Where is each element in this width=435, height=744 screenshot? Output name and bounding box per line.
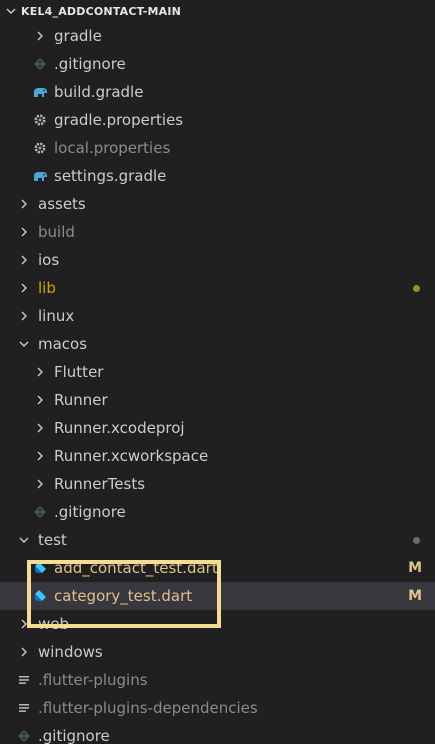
tree-item-label: .gitignore — [38, 727, 110, 744]
chevron-right-icon[interactable] — [16, 280, 32, 296]
folder-item-flutter[interactable]: Flutter — [0, 358, 435, 386]
tree-item-label: gradle.properties — [54, 111, 184, 129]
chevron-right-icon[interactable] — [16, 196, 32, 212]
file-item-dot-gitignore[interactable]: .gitignore — [0, 50, 435, 78]
folder-item-windows[interactable]: windows — [0, 638, 435, 666]
folder-item-linux[interactable]: linux — [0, 302, 435, 330]
file-item-build-gradle[interactable]: build.gradle — [0, 78, 435, 106]
folder-item-test[interactable]: test — [0, 526, 435, 554]
chevron-right-icon[interactable] — [32, 28, 48, 44]
lines-icon — [16, 700, 32, 716]
folder-item-macos[interactable]: macos — [0, 330, 435, 358]
tree-item-label: macos — [38, 335, 88, 353]
folder-item-gradle[interactable]: gradle — [0, 22, 435, 50]
folder-item-runner[interactable]: Runner — [0, 386, 435, 414]
tree-item-label: local.properties — [54, 139, 171, 157]
file-item-dot-gitignore[interactable]: .gitignore — [0, 498, 435, 526]
file-tree: gradle .gitignore build.gradle gradle.prope… — [0, 22, 435, 744]
git-icon — [32, 504, 48, 520]
chevron-down-icon[interactable] — [4, 4, 18, 18]
tree-item-label: Runner.xcodeproj — [54, 419, 185, 437]
file-item-local-properties[interactable]: local.properties — [0, 134, 435, 162]
tree-item-label: build.gradle — [54, 83, 144, 101]
chevron-right-icon[interactable] — [32, 476, 48, 492]
chevron-right-icon[interactable] — [16, 644, 32, 660]
chevron-right-icon[interactable] — [16, 224, 32, 240]
dart-icon — [32, 588, 48, 604]
folder-item-web[interactable]: web — [0, 610, 435, 638]
dart-icon — [32, 560, 48, 576]
gear-icon — [32, 140, 48, 156]
tree-item-label: settings.gradle — [54, 167, 167, 185]
chevron-down-icon[interactable] — [16, 336, 32, 352]
tree-item-label: .flutter-plugins — [38, 671, 148, 689]
tree-item-label: RunnerTests — [54, 475, 146, 493]
git-icon — [16, 728, 32, 744]
file-item-dot-gitignore[interactable]: .gitignore — [0, 722, 435, 744]
explorer-title: KEL4_ADDCONTACT-MAIN — [21, 4, 182, 18]
chevron-right-icon[interactable] — [16, 616, 32, 632]
git-icon — [32, 56, 48, 72]
chevron-right-icon[interactable] — [32, 392, 48, 408]
file-item-dot-flutter-plugins[interactable]: .flutter-plugins — [0, 666, 435, 694]
tree-item-label: windows — [38, 643, 103, 661]
tree-item-label: test — [38, 531, 67, 549]
folder-item-build[interactable]: build — [0, 218, 435, 246]
gradle-elephant-icon — [32, 168, 48, 184]
folder-item-assets[interactable]: assets — [0, 190, 435, 218]
tree-item-label: Runner — [54, 391, 108, 409]
tree-item-label: add_contact_test.dart — [54, 559, 218, 577]
tree-item-label: web — [38, 615, 70, 633]
tree-item-label: .gitignore — [54, 55, 126, 73]
folder-item-runner-xcodeproj[interactable]: Runner.xcodeproj — [0, 414, 435, 442]
tree-item-label: build — [38, 223, 75, 241]
chevron-right-icon[interactable] — [16, 308, 32, 324]
tree-item-label: assets — [38, 195, 86, 213]
tree-item-label: gradle — [54, 27, 102, 45]
folder-item-lib[interactable]: lib — [0, 274, 435, 302]
modified-dot-indicator — [413, 537, 420, 544]
tree-item-label: lib — [38, 279, 56, 297]
lines-icon — [16, 672, 32, 688]
tree-item-label: ios — [38, 251, 60, 269]
file-item-add-contact-test-dart[interactable]: add_contact_test.dart M — [0, 554, 435, 582]
git-status-badge: M — [408, 588, 422, 604]
folder-item-runner-xcworkspace[interactable]: Runner.xcworkspace — [0, 442, 435, 470]
file-explorer: KEL4_ADDCONTACT-MAIN gradle .gitignore bui… — [0, 0, 435, 744]
explorer-header[interactable]: KEL4_ADDCONTACT-MAIN — [0, 0, 435, 22]
tree-item-label: Runner.xcworkspace — [54, 447, 209, 465]
tree-item-label: category_test.dart — [54, 587, 193, 605]
chevron-right-icon[interactable] — [32, 420, 48, 436]
file-item-gradle-properties[interactable]: gradle.properties — [0, 106, 435, 134]
chevron-right-icon[interactable] — [32, 448, 48, 464]
tree-item-label: .gitignore — [54, 503, 126, 521]
file-item-category-test-dart[interactable]: category_test.dart M — [0, 582, 435, 610]
folder-item-ios[interactable]: ios — [0, 246, 435, 274]
git-status-badge: M — [408, 560, 422, 576]
tree-item-label: linux — [38, 307, 75, 325]
folder-item-runnertests[interactable]: RunnerTests — [0, 470, 435, 498]
gradle-elephant-icon — [32, 84, 48, 100]
file-item-dot-flutter-plugins-dependencies[interactable]: .flutter-plugins-dependencies — [0, 694, 435, 722]
modified-dot-indicator — [413, 285, 420, 292]
file-item-settings-gradle[interactable]: settings.gradle — [0, 162, 435, 190]
chevron-right-icon[interactable] — [16, 252, 32, 268]
chevron-down-icon[interactable] — [16, 532, 32, 548]
tree-item-label: .flutter-plugins-dependencies — [38, 699, 258, 717]
gear-icon — [32, 112, 48, 128]
chevron-right-icon[interactable] — [32, 364, 48, 380]
tree-item-label: Flutter — [54, 363, 104, 381]
